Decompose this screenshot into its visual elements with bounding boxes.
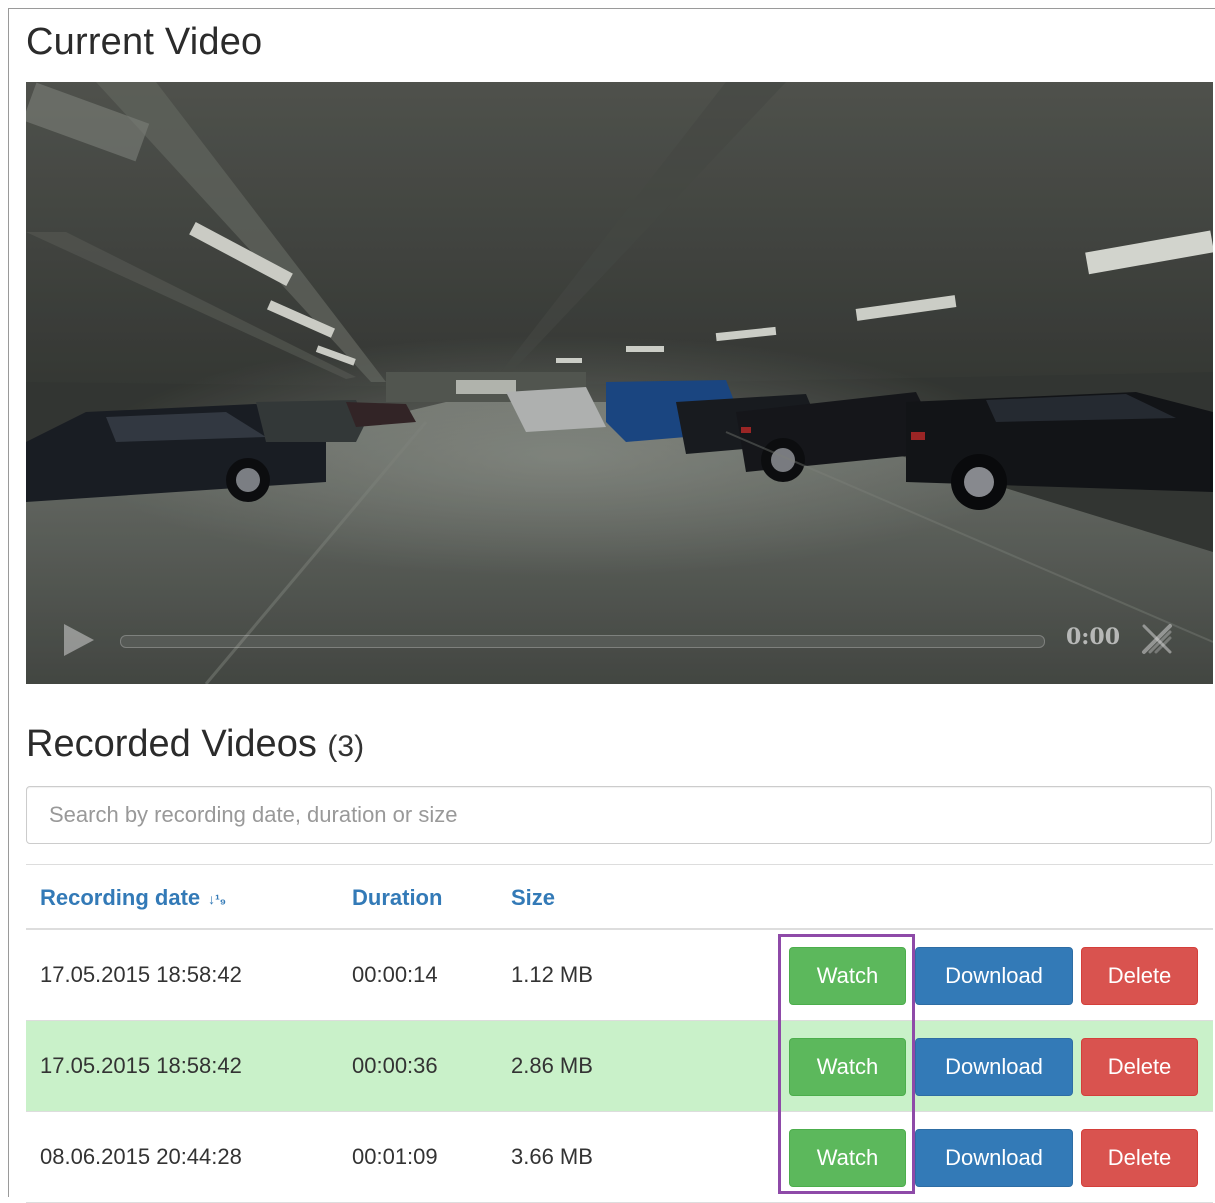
column-header-size[interactable]: Size (511, 885, 555, 911)
cell-recording-date: 17.05.2015 18:58:42 (40, 962, 242, 987)
recorded-videos-count: (3) (327, 730, 365, 763)
watch-button[interactable]: Watch (789, 947, 906, 1005)
column-header-recording-date[interactable]: Recording date ↓¹₉ (40, 885, 226, 911)
volume-button[interactable] (1140, 622, 1174, 656)
cell-size: 2.86 MB (511, 1053, 593, 1078)
download-button[interactable]: Download (915, 1129, 1073, 1187)
search-input[interactable] (26, 786, 1212, 844)
volume-muted-icon (1142, 624, 1172, 654)
watch-button[interactable]: Watch (789, 1038, 906, 1096)
cell-duration: 00:01:09 (352, 1144, 438, 1169)
time-display: 0:00 (1066, 624, 1121, 650)
column-header-duration[interactable]: Duration (352, 885, 442, 911)
delete-button[interactable]: Delete (1081, 947, 1198, 1005)
current-video-title: Current Video (26, 21, 263, 63)
cell-duration: 00:00:36 (352, 1053, 438, 1078)
recorded-videos-table: Recording date ↓¹₉ Duration Size 17.05.20… (26, 864, 1213, 1203)
play-icon (64, 624, 94, 656)
download-button[interactable]: Download (915, 947, 1073, 1005)
cell-size: 1.12 MB (511, 962, 593, 987)
progress-bar[interactable] (120, 635, 1045, 648)
table-row-selected: 17.05.2015 18:58:42 00:00:36 2.86 MB Wat… (26, 1021, 1213, 1112)
table-row: 08.06.2015 20:44:28 00:01:09 3.66 MB Wat… (26, 1112, 1213, 1203)
sort-numeric-asc-icon: ↓¹₉ (208, 891, 227, 908)
recorded-videos-title: Recorded Videos (3) (26, 720, 364, 771)
video-player[interactable]: 0:00 (26, 82, 1213, 684)
download-button[interactable]: Download (915, 1038, 1073, 1096)
recorded-videos-heading: Recorded Videos (26, 723, 317, 765)
cell-recording-date: 17.05.2015 18:58:42 (40, 1053, 242, 1078)
delete-button[interactable]: Delete (1081, 1038, 1198, 1096)
table-header: Recording date ↓¹₉ Duration Size (26, 864, 1213, 930)
cell-size: 3.66 MB (511, 1144, 593, 1169)
video-controls: 0:00 (26, 594, 1213, 684)
column-header-label: Recording date (40, 885, 201, 910)
cell-recording-date: 08.06.2015 20:44:28 (40, 1144, 242, 1169)
table-row: 17.05.2015 18:58:42 00:00:14 1.12 MB Wat… (26, 930, 1213, 1021)
play-button[interactable] (60, 622, 96, 658)
cell-duration: 00:00:14 (352, 962, 438, 987)
watch-button[interactable]: Watch (789, 1129, 906, 1187)
delete-button[interactable]: Delete (1081, 1129, 1198, 1187)
